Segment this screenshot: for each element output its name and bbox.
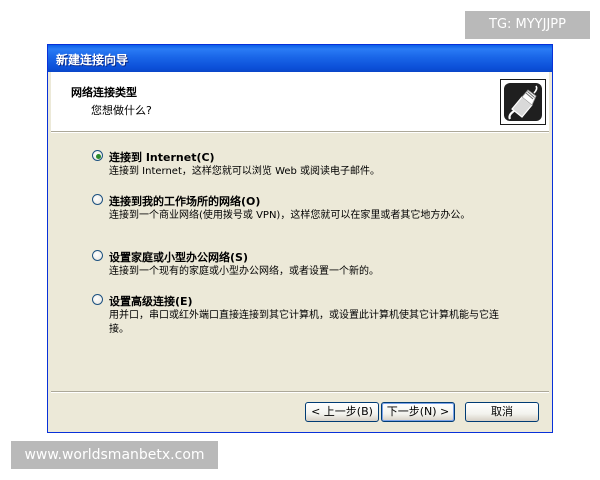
radio-workplace-network[interactable] xyxy=(92,194,103,205)
network-cable-icon xyxy=(500,79,546,125)
watermark-tg: TG: MYYJJPP xyxy=(465,11,590,39)
new-connection-wizard-window: 新建连接向导 网络连接类型 您想做什么? 连接到 Internet(C) 连接到… xyxy=(47,44,553,433)
option-description: 用并口，串口或红外端口直接连接到其它计算机，或设置此计算机使其它计算机能与它连接… xyxy=(109,310,499,335)
footer-divider-highlight xyxy=(51,392,549,393)
option-description: 连接到一个商业网络(使用拨号或 VPN)，这样您就可以在家里或者其它地方办公。 xyxy=(109,210,471,221)
back-button[interactable]: < 上一步(B) xyxy=(305,402,379,422)
header-divider-highlight xyxy=(51,132,549,133)
option-label[interactable]: 设置高级连接(E) xyxy=(109,293,193,309)
header-subtitle: 您想做什么? xyxy=(91,104,152,117)
option-description: 连接到 Internet，这样您就可以浏览 Web 或阅读电子邮件。 xyxy=(109,166,381,177)
watermark-url: www.worldsmanbetx.com xyxy=(11,441,218,469)
screenshot-canvas: TG: MYYJJPP 新建连接向导 网络连接类型 您想做什么? 连接到 Int… xyxy=(0,0,600,480)
radio-connect-internet[interactable] xyxy=(92,150,103,161)
option-label[interactable]: 连接到我的工作场所的网络(O) xyxy=(109,193,260,209)
radio-home-office-network[interactable] xyxy=(92,250,103,261)
next-button[interactable]: 下一步(N) > xyxy=(381,402,455,422)
option-label[interactable]: 设置家庭或小型办公网络(S) xyxy=(109,249,248,265)
title-bar[interactable]: 新建连接向导 xyxy=(48,45,552,72)
option-label[interactable]: 连接到 Internet(C) xyxy=(109,149,215,165)
header-title: 网络连接类型 xyxy=(71,86,137,99)
cancel-button[interactable]: 取消 xyxy=(465,402,539,422)
option-description: 连接到一个现有的家庭或小型办公网络，或者设置一个新的。 xyxy=(109,266,379,277)
wizard-header: 网络连接类型 您想做什么? xyxy=(51,72,549,131)
radio-advanced-connection[interactable] xyxy=(92,294,103,305)
window-title: 新建连接向导 xyxy=(56,53,129,67)
radio-selected-dot xyxy=(96,154,101,159)
